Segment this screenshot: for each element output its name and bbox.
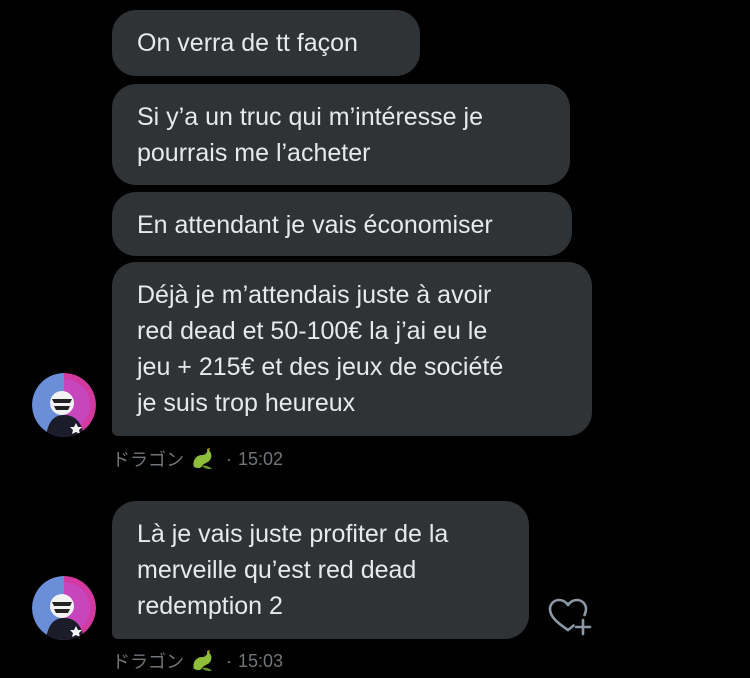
avatar-image (32, 373, 96, 437)
message-text: merveille qu’est red dead (137, 556, 417, 584)
message-meta: ドラゴン · 15:02 (112, 446, 283, 472)
add-reaction-button[interactable] (546, 596, 594, 638)
message-bubble[interactable]: En attendant je vais économiser (112, 192, 572, 256)
avatar-icon[interactable] (32, 373, 96, 437)
meta-separator: · (226, 448, 232, 469)
message-text: Là je vais juste profiter de la (137, 520, 449, 548)
message-text: On verra de tt façon (137, 29, 358, 57)
sender-name[interactable]: ドラゴン (112, 648, 184, 674)
message-time: 15:02 (238, 448, 284, 469)
dragon-icon (190, 649, 216, 673)
message-text: Si y’a un truc qui m’intéresse je (137, 103, 483, 131)
message-text: pourrais me l’acheter (137, 139, 371, 167)
dragon-icon (190, 447, 216, 471)
message-text: Déjà je m’attendais juste à avoir (137, 281, 492, 309)
message-text: je suis trop heureux (137, 389, 356, 417)
sender-name[interactable]: ドラゴン (112, 446, 184, 472)
avatar-icon[interactable] (32, 576, 96, 640)
message-bubble[interactable]: Déjà je m’attendais juste à avoir red de… (112, 262, 592, 436)
meta-separator: · (226, 650, 232, 671)
message-text: red dead et 50-100€ la j’ai eu le (137, 317, 488, 345)
message-bubble[interactable]: On verra de tt façon (112, 10, 420, 76)
message-text: En attendant je vais économiser (137, 211, 493, 239)
message-text: redemption 2 (137, 592, 283, 620)
message-text: jeu + 215€ et des jeux de société (137, 353, 504, 381)
message-bubble[interactable]: Là je vais juste profiter de la merveill… (112, 501, 529, 639)
message-meta: ドラゴン · 15:03 (112, 648, 283, 674)
message-time: 15:03 (238, 650, 284, 671)
avatar-image (32, 576, 96, 640)
message-bubble[interactable]: Si y’a un truc qui m’intéresse je pourra… (112, 84, 570, 185)
add-reaction-heart-icon (548, 598, 592, 636)
